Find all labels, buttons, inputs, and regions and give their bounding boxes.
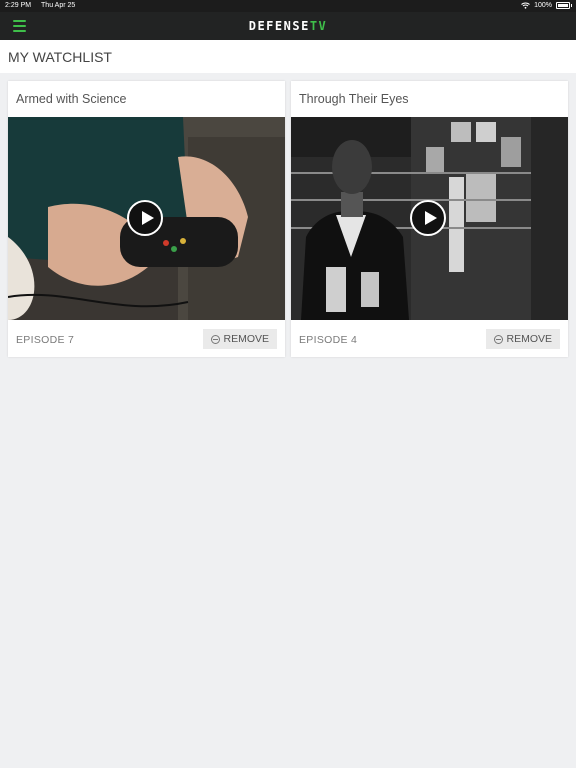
remove-button[interactable]: REMOVE [486,329,560,349]
remove-label: REMOVE [223,333,269,345]
battery-percent: 100% [534,2,552,9]
brand-main: DEFENSE [248,19,310,33]
brand-accent: TV [309,19,328,33]
minus-circle-icon [211,334,221,344]
watchlist-card: Through Their Eyes EPISODE 4 REMOVE [291,81,568,357]
episode-label: EPISODE 7 [16,334,75,346]
card-title: Armed with Science [16,92,127,106]
card-title: Through Their Eyes [299,92,409,106]
video-thumbnail[interactable] [8,117,285,320]
video-thumbnail[interactable] [291,117,568,320]
minus-circle-icon [494,334,504,344]
wifi-icon [521,2,530,9]
status-time: 2:29 PM [5,2,32,9]
nav-bar: DEFENSETV [0,12,576,40]
brand-logo: DEFENSETV [0,19,576,33]
page-title: MY WATCHLIST [8,49,112,65]
status-date: Thu Apr 25 [41,2,76,9]
play-button[interactable] [127,200,163,236]
watchlist-card: Armed with Science EPISODE 7 REMOVE [8,81,285,357]
remove-label: REMOVE [506,333,552,345]
status-bar: 2:29 PM Thu Apr 25 100% [0,0,576,12]
remove-button[interactable]: REMOVE [203,329,277,349]
episode-label: EPISODE 4 [299,334,358,346]
play-button[interactable] [410,200,446,236]
battery-icon [556,2,572,9]
page-header: MY WATCHLIST [0,40,576,73]
